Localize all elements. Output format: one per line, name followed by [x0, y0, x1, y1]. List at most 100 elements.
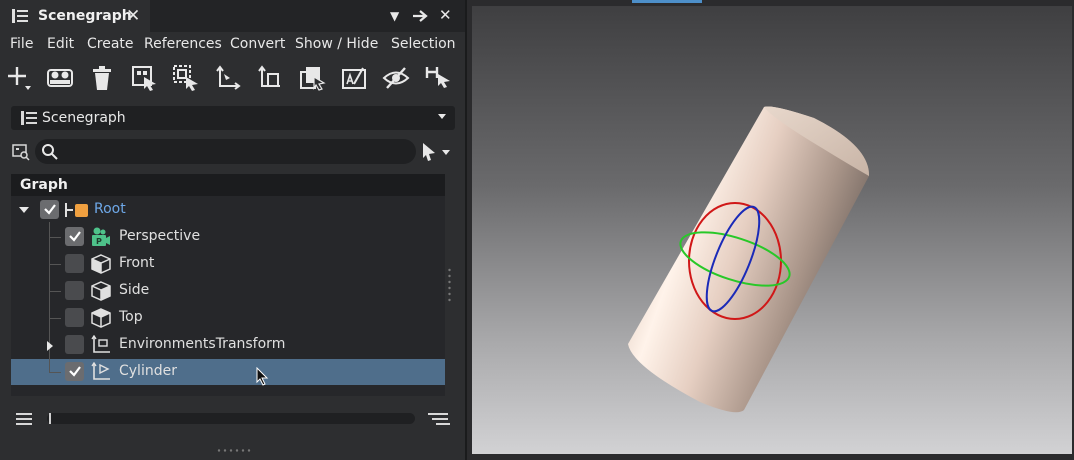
chevron-down-icon [438, 114, 446, 119]
delete-button[interactable] [88, 64, 116, 92]
tab-scenegraph[interactable]: Scenegraph ✕ [0, 0, 150, 34]
tree-label: Perspective [119, 228, 201, 244]
select-children-icon [173, 65, 198, 91]
root-node-icon [65, 203, 88, 217]
rename-button[interactable] [340, 64, 368, 92]
copy-transform-icon [258, 65, 280, 87]
isolate-button[interactable] [424, 64, 452, 92]
transform-icon [216, 65, 241, 90]
tab-bar: Scenegraph ✕ ▼ ✕ [0, 0, 465, 34]
bottom-resize-grip[interactable] [217, 449, 251, 452]
tree-branch [49, 372, 61, 373]
menu-convert[interactable]: Convert [230, 36, 285, 52]
tree-branch [49, 264, 61, 265]
tree-branch [49, 318, 61, 319]
visibility-checkbox[interactable] [65, 308, 84, 327]
svg-text:P: P [96, 237, 102, 246]
delete-icon [93, 66, 111, 90]
search-row [0, 139, 465, 165]
menu-selection[interactable]: Selection [391, 36, 456, 52]
tree-row-environments-transform[interactable]: EnvironmentsTransform [11, 332, 445, 358]
tree-label: Side [119, 282, 150, 298]
scenegraph-dropdown[interactable]: Scenegraph [11, 106, 455, 130]
search-input[interactable] [35, 139, 416, 164]
tree-row-front[interactable]: Front [11, 251, 445, 277]
select-children-button[interactable] [172, 64, 200, 92]
check-icon [69, 366, 81, 377]
cube-icon [91, 281, 111, 301]
slider-handle[interactable] [49, 413, 51, 424]
scenegraph-tree: Graph Root P Perspective Front Side Top … [11, 174, 445, 396]
tree-row-root[interactable]: Root [11, 197, 445, 223]
visibility-checkbox[interactable] [65, 281, 84, 300]
tree-guide-line [49, 359, 50, 372]
select-button[interactable] [130, 64, 158, 92]
menu-references[interactable]: References [144, 36, 222, 52]
cube-icon [91, 308, 111, 328]
mouse-cursor-icon [256, 367, 269, 386]
scroll-slider[interactable] [47, 413, 415, 424]
select-icon [132, 66, 156, 91]
filter-search-icon[interactable] [12, 143, 30, 161]
copy-transform-button[interactable] [256, 64, 284, 92]
graph-header-label: Graph [20, 177, 68, 193]
tree-row-perspective[interactable]: P Perspective [11, 224, 445, 250]
transform-button[interactable] [214, 64, 242, 92]
viewport-focus-indicator [632, 0, 702, 3]
visibility-checkbox[interactable] [65, 227, 84, 246]
rename-icon [342, 67, 366, 89]
menu-edit[interactable]: Edit [47, 36, 74, 52]
check-icon [44, 204, 56, 215]
tab-close-icon[interactable]: ✕ [126, 6, 140, 26]
tree-row-top[interactable]: Top [11, 305, 445, 331]
panel-resize-grip[interactable] [448, 268, 451, 302]
dropdown-value: Scenegraph [42, 110, 126, 126]
menu-bar: File Edit Create References Convert Show… [0, 34, 465, 56]
transform-node-icon [91, 335, 110, 353]
list-menu-icon[interactable] [15, 411, 33, 427]
scenegraph-icon [12, 9, 28, 23]
tree-label-root: Root [94, 201, 126, 217]
scenegraph-panel: Scenegraph ✕ ▼ ✕ File Edit Create Refere… [0, 0, 467, 460]
3d-viewport[interactable] [472, 6, 1072, 454]
collapse-all-icon[interactable] [427, 411, 451, 427]
undock-icon[interactable] [412, 9, 429, 23]
menu-file[interactable]: File [10, 36, 33, 52]
cube-icon [91, 254, 111, 274]
check-icon [69, 231, 81, 242]
add-icon [8, 67, 31, 90]
collapse-arrow-icon[interactable] [18, 206, 30, 214]
cylinder-model[interactable] [472, 6, 1072, 454]
tree-label: Front [119, 255, 155, 271]
tree-branch [49, 237, 61, 238]
panel-menu-icon[interactable]: ▼ [390, 9, 399, 23]
tree-label: Cylinder [119, 363, 177, 379]
search-icon [42, 144, 58, 160]
graph-header: Graph [11, 174, 445, 196]
tab-label: Scenegraph [38, 8, 132, 24]
menu-create[interactable]: Create [87, 36, 134, 52]
tree-row-side[interactable]: Side [11, 278, 445, 304]
camera-icon: P [92, 227, 110, 246]
group-icon [47, 69, 73, 87]
visibility-checkbox[interactable] [40, 200, 59, 219]
transform-node-icon [91, 362, 110, 380]
visibility-checkbox[interactable] [65, 335, 84, 354]
visibility-checkbox[interactable] [65, 362, 84, 381]
multi-select-button[interactable] [298, 64, 326, 92]
tree-branch [49, 291, 61, 292]
tree-row-cylinder[interactable]: Cylinder [11, 359, 445, 386]
pick-cursor-icon[interactable] [421, 142, 455, 162]
expand-arrow-icon[interactable] [46, 340, 54, 352]
group-button[interactable] [46, 64, 74, 92]
bottom-bar [0, 405, 465, 433]
hide-button[interactable] [382, 64, 410, 92]
visibility-checkbox[interactable] [65, 254, 84, 273]
add-node-button[interactable] [5, 64, 33, 92]
tree-label: EnvironmentsTransform [119, 336, 286, 352]
isolate-icon [425, 67, 450, 88]
multi-select-icon [300, 67, 326, 91]
panel-close-icon[interactable]: ✕ [439, 6, 452, 24]
menu-show-hide[interactable]: Show / Hide [295, 36, 378, 52]
hide-icon [382, 67, 410, 89]
